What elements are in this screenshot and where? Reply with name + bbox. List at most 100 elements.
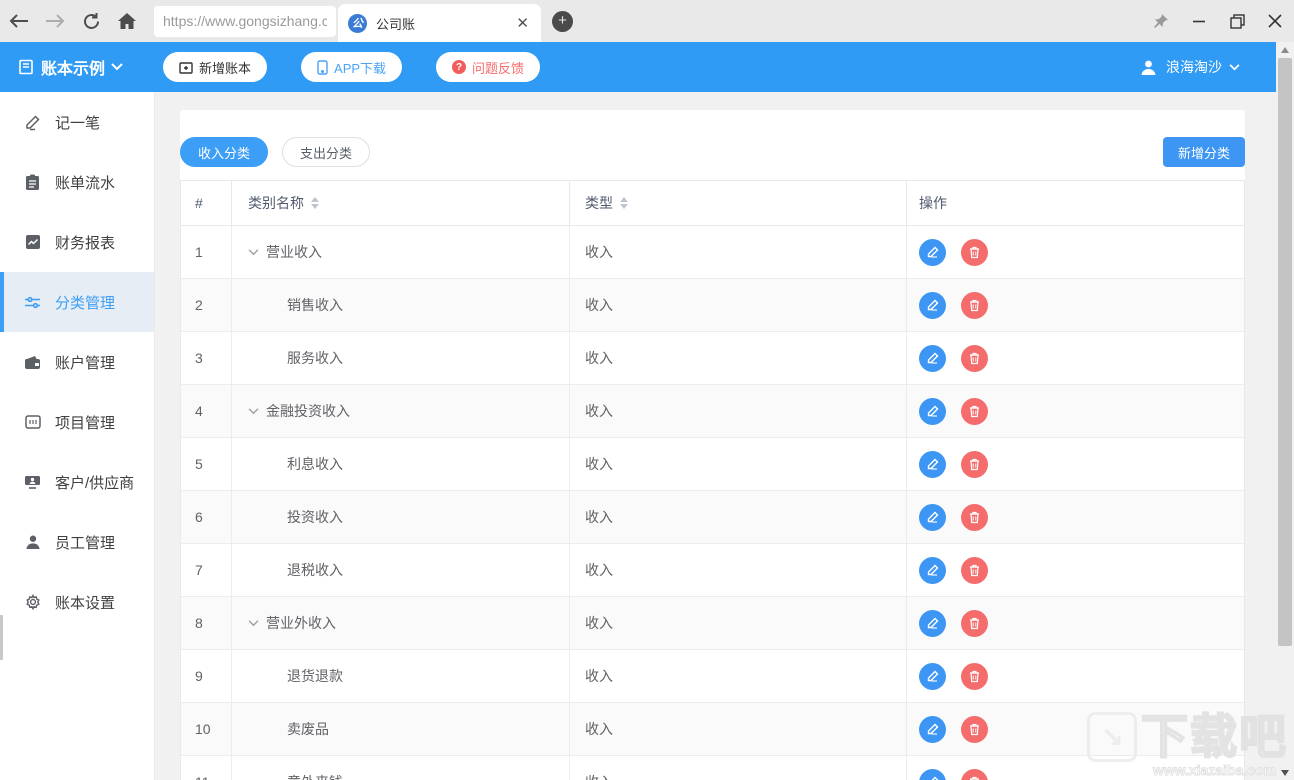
- edit-button[interactable]: [919, 716, 946, 743]
- edit-button[interactable]: [919, 451, 946, 478]
- sidebar-item-customers[interactable]: 客户/供应商: [0, 452, 154, 512]
- new-ledger-button[interactable]: 新增账本: [163, 52, 267, 82]
- trash-icon: [969, 776, 980, 780]
- edit-button[interactable]: [919, 769, 946, 780]
- edit-button[interactable]: [919, 239, 946, 266]
- sidebar-item-employees[interactable]: 员工管理: [0, 512, 154, 572]
- scroll-down-icon[interactable]: [1276, 765, 1294, 780]
- edit-button[interactable]: [919, 398, 946, 425]
- app-download-button[interactable]: APP下载: [301, 52, 402, 82]
- add-category-button[interactable]: 新增分类: [1163, 137, 1245, 167]
- categories-table: # 类别名称 类型 操作 1 营业收入 收入: [180, 180, 1245, 780]
- row-index: 8: [195, 615, 203, 631]
- chevron-down-icon[interactable]: [248, 249, 259, 256]
- delete-button[interactable]: [961, 716, 988, 743]
- scrollbar-thumb[interactable]: [1278, 58, 1292, 646]
- tab-close-icon[interactable]: ✕: [514, 14, 531, 32]
- edit-button[interactable]: [919, 292, 946, 319]
- user-menu[interactable]: 浪海淘沙: [1140, 57, 1240, 77]
- page-scrollbar[interactable]: [1276, 42, 1294, 780]
- trash-icon: [969, 670, 980, 683]
- pencil-icon: [927, 299, 939, 311]
- content-card: 收入分类 支出分类 新增分类 # 类别名称 类型 操作: [180, 110, 1245, 780]
- sidebar-item-label: 账本设置: [55, 592, 115, 613]
- minimize-icon[interactable]: [1180, 4, 1218, 38]
- customer-icon: [24, 474, 41, 491]
- row-name: 退货退款: [287, 666, 343, 686]
- gear-icon: [24, 594, 41, 611]
- category-tabs: 收入分类 支出分类 新增分类: [180, 110, 1245, 167]
- delete-button[interactable]: [961, 451, 988, 478]
- sidebar-item-settings[interactable]: 账本设置: [0, 572, 154, 632]
- pencil-icon: [927, 458, 939, 470]
- feedback-button[interactable]: ? 问题反馈: [436, 52, 540, 82]
- row-type: 收入: [585, 401, 613, 421]
- delete-button[interactable]: [961, 663, 988, 690]
- row-name: 营业外收入: [266, 613, 336, 633]
- back-icon[interactable]: [2, 4, 36, 38]
- user-icon: [1140, 59, 1157, 76]
- delete-button[interactable]: [961, 610, 988, 637]
- sort-icon[interactable]: [311, 197, 319, 209]
- delete-button[interactable]: [961, 398, 988, 425]
- sidebar-item-record[interactable]: 记一笔: [0, 92, 154, 152]
- row-type: 收入: [585, 242, 613, 262]
- sidebar-item-accounts[interactable]: 账户管理: [0, 332, 154, 392]
- col-name[interactable]: 类别名称: [231, 181, 569, 225]
- delete-button[interactable]: [961, 239, 988, 266]
- edit-button[interactable]: [919, 345, 946, 372]
- trash-icon: [969, 299, 980, 312]
- trash-icon: [969, 511, 980, 524]
- sidebar-item-projects[interactable]: 项目管理: [0, 392, 154, 452]
- pencil-icon: [927, 670, 939, 682]
- trash-icon: [969, 246, 980, 259]
- address-bar[interactable]: [154, 6, 336, 37]
- restore-icon[interactable]: [1218, 4, 1256, 38]
- pencil-icon: [927, 776, 939, 780]
- delete-button[interactable]: [961, 504, 988, 531]
- edit-button[interactable]: [919, 663, 946, 690]
- url-input[interactable]: [163, 13, 327, 29]
- sidebar-item-reports[interactable]: 财务报表: [0, 212, 154, 272]
- edit-button[interactable]: [919, 557, 946, 584]
- chevron-down-icon[interactable]: [248, 620, 259, 627]
- table-row: 7 退税收入 收入: [181, 544, 1244, 597]
- scroll-up-icon[interactable]: [1276, 42, 1294, 57]
- delete-button[interactable]: [961, 769, 988, 780]
- app-header: 账本示例 新增账本 APP下载 ? 问题反馈 浪海淘沙: [0, 42, 1276, 92]
- table-row: 1 营业收入 收入: [181, 226, 1244, 279]
- col-type[interactable]: 类型: [569, 181, 906, 225]
- row-type: 收入: [585, 348, 613, 368]
- home-icon[interactable]: [110, 4, 144, 38]
- delete-button[interactable]: [961, 345, 988, 372]
- close-icon[interactable]: [1256, 4, 1294, 38]
- row-name: 投资收入: [287, 507, 343, 527]
- pin-icon[interactable]: [1142, 4, 1180, 38]
- row-name: 退税收入: [287, 560, 343, 580]
- browser-tab[interactable]: 公 公司账 ✕: [338, 4, 541, 42]
- sidebar-item-label: 项目管理: [55, 412, 115, 433]
- refresh-icon[interactable]: [74, 4, 108, 38]
- table-row: 9 退货退款 收入: [181, 650, 1244, 703]
- delete-button[interactable]: [961, 292, 988, 319]
- new-tab-icon[interactable]: +: [552, 11, 573, 32]
- sidebar-item-categories[interactable]: 分类管理: [0, 272, 154, 332]
- sidebar-item-label: 客户/供应商: [55, 472, 134, 493]
- tab-income-categories[interactable]: 收入分类: [180, 137, 268, 167]
- edit-button[interactable]: [919, 610, 946, 637]
- trash-icon: [969, 458, 980, 471]
- table-row: 2 销售收入 收入: [181, 279, 1244, 332]
- sidebar-scrollbar[interactable]: [0, 615, 3, 660]
- edit-button[interactable]: [919, 504, 946, 531]
- sidebar-item-bills[interactable]: 账单流水: [0, 152, 154, 212]
- wallet-icon: [24, 354, 41, 371]
- table-row: 11 意外来钱 收入: [181, 756, 1244, 780]
- row-type: 收入: [585, 613, 613, 633]
- tab-expense-categories[interactable]: 支出分类: [282, 137, 370, 167]
- ledger-switcher[interactable]: 账本示例: [18, 55, 123, 79]
- sort-icon[interactable]: [620, 197, 628, 209]
- trash-icon: [969, 352, 980, 365]
- chevron-down-icon[interactable]: [248, 408, 259, 415]
- delete-button[interactable]: [961, 557, 988, 584]
- forward-icon[interactable]: [38, 4, 72, 38]
